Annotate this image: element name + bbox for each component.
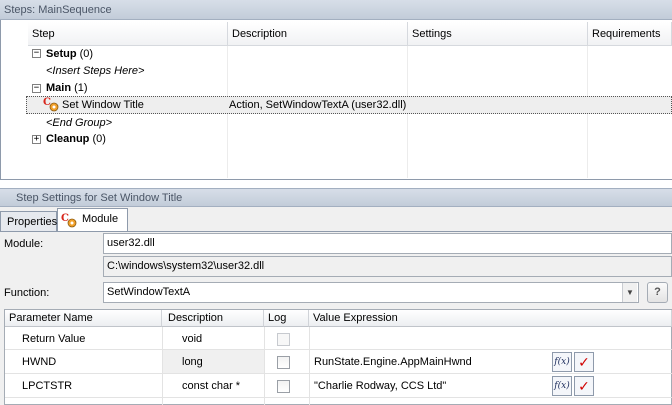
cleanup-expand-icon[interactable]: + xyxy=(32,135,41,144)
module-label: Module: xyxy=(4,238,44,250)
column-header-description[interactable]: Description xyxy=(228,22,408,46)
function-builder-icon[interactable]: f(x) xyxy=(552,376,572,396)
param-description: long xyxy=(182,356,203,368)
group-count-setup: (0) xyxy=(79,48,94,60)
module-tab-icon: C xyxy=(61,213,77,228)
param-value-expression[interactable] xyxy=(310,328,314,350)
insert-steps-placeholder[interactable]: <Insert Steps Here> xyxy=(46,63,144,79)
value-expression-hwnd[interactable]: RunState.Engine.AppMainHwnd xyxy=(310,351,472,373)
setup-collapse-icon[interactable]: − xyxy=(32,49,41,58)
tab-properties[interactable]: Properties xyxy=(0,211,57,232)
step-description: Action, SetWindowTextA (user32.dll) xyxy=(229,99,407,111)
group-name-main: Main xyxy=(46,82,72,94)
chevron-down-icon[interactable]: ▼ xyxy=(622,283,637,302)
tree-row-main[interactable]: Main (1) xyxy=(46,80,88,96)
log-checkbox-hwnd[interactable] xyxy=(277,356,290,369)
column-header-settings[interactable]: Settings xyxy=(408,22,588,46)
column-header-step[interactable]: Step xyxy=(28,22,228,46)
step-name: Set Window Title xyxy=(62,99,144,111)
param-header-value-expression[interactable]: Value Expression xyxy=(309,310,672,327)
param-name-lpctstr[interactable]: LPCTSTR xyxy=(18,375,72,397)
group-count-main: (1) xyxy=(74,82,88,94)
group-name-cleanup: Cleanup xyxy=(46,133,90,145)
param-header-name[interactable]: Parameter Name xyxy=(5,310,162,327)
check-expression-icon[interactable]: ✓ xyxy=(574,352,594,372)
grid-divider xyxy=(5,373,672,374)
param-header-log[interactable]: Log xyxy=(264,310,309,327)
group-name-setup: Setup xyxy=(46,48,77,60)
column-header-requirements[interactable]: Requirements xyxy=(588,22,672,46)
function-combobox[interactable]: SetWindowTextA xyxy=(103,282,639,303)
action-step-icon: C xyxy=(43,97,59,112)
module-input[interactable]: user32.dll xyxy=(103,233,672,254)
grid-divider xyxy=(5,397,672,398)
param-name-return-value[interactable]: Return Value xyxy=(18,328,85,350)
grid-divider xyxy=(264,327,265,405)
function-builder-icon[interactable]: f(x) xyxy=(552,352,572,372)
param-description: void xyxy=(182,333,203,345)
module-path-display: C:\windows\system32\user32.dll xyxy=(103,256,672,277)
param-description: const char * xyxy=(182,380,241,392)
tree-row-setup[interactable]: Setup (0) xyxy=(46,46,93,62)
main-collapse-icon[interactable]: − xyxy=(32,84,41,93)
value-expression-lpctstr[interactable]: "Charlie Rodway, CCS Ltd" xyxy=(310,375,446,397)
steps-panel-title: Steps: MainSequence xyxy=(0,0,672,20)
step-settings-title: Step Settings for Set Window Title xyxy=(0,188,672,207)
param-name-hwnd[interactable]: HWND xyxy=(18,351,56,373)
log-checkbox-disabled xyxy=(277,333,290,346)
grid-divider xyxy=(5,349,672,350)
check-expression-icon[interactable]: ✓ xyxy=(574,376,594,396)
function-label: Function: xyxy=(4,287,50,299)
param-header-description[interactable]: Description xyxy=(162,310,264,327)
log-checkbox-lpctstr[interactable] xyxy=(277,380,290,393)
tree-row-cleanup[interactable]: Cleanup (0) xyxy=(46,131,106,147)
group-count-cleanup: (0) xyxy=(92,133,106,145)
end-group-marker[interactable]: <End Group> xyxy=(46,115,112,131)
help-button[interactable]: ? xyxy=(647,282,668,303)
